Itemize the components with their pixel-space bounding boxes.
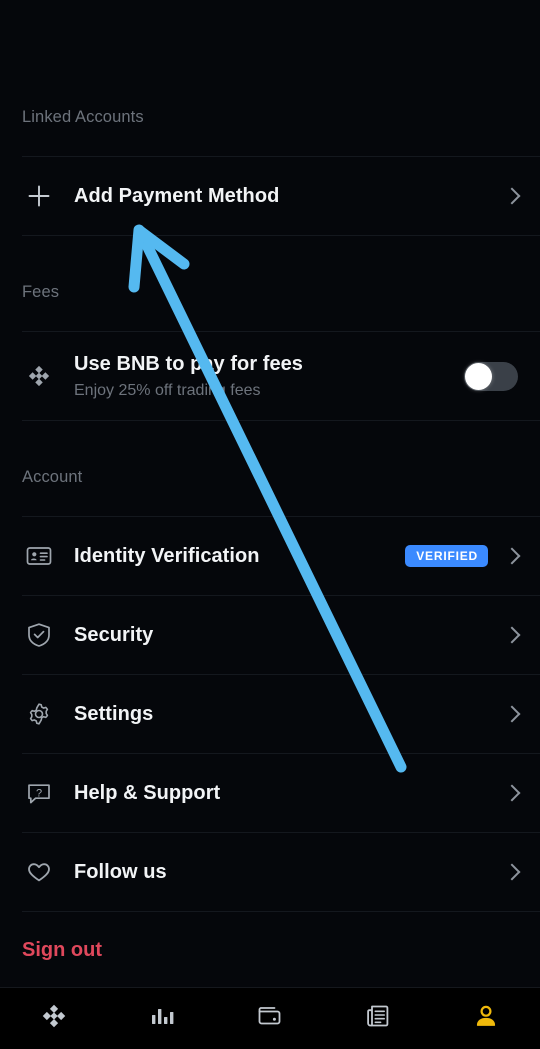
row-title: Help & Support: [74, 781, 221, 804]
row-title: Use BNB to pay for fees: [74, 352, 303, 375]
row-text-group: Help & Support: [74, 782, 504, 805]
row-text-group: Settings: [74, 703, 504, 726]
section-header-fees: Fees: [22, 283, 60, 301]
sign-out-button[interactable]: Sign out: [0, 912, 540, 988]
id-card-icon: [22, 539, 56, 573]
row-title: Identity Verification: [74, 544, 260, 567]
chevron-right-icon[interactable]: [503, 863, 521, 881]
row-follow-us[interactable]: Follow us: [0, 833, 540, 911]
row-right-group: [464, 361, 518, 391]
plus-icon: [22, 179, 56, 213]
row-right-group: [503, 784, 521, 802]
row-text-group: Security: [74, 624, 504, 647]
shield-icon: [22, 618, 56, 652]
row-security[interactable]: Security: [0, 596, 540, 674]
settings-scroll-area: Linked Accounts Add Payment Method Fees: [0, 0, 540, 990]
row-text-group: Identity Verification: [74, 545, 405, 568]
heart-icon: [22, 855, 56, 889]
row-right-group: [503, 705, 521, 723]
row-identity-verification[interactable]: Identity Verification VERIFIED: [0, 517, 540, 595]
row-right-group: [503, 187, 521, 205]
person-icon: [471, 1001, 501, 1036]
bottom-navigation-bar: [0, 987, 540, 1049]
chevron-right-icon[interactable]: [503, 187, 521, 205]
bar-chart-icon: [147, 1001, 177, 1036]
section-header-linked-accounts: Linked Accounts: [22, 108, 144, 126]
row-title: Security: [74, 623, 154, 646]
bnb-icon: [22, 359, 56, 393]
wallet-icon: [255, 1001, 285, 1036]
chevron-right-icon[interactable]: [503, 626, 521, 644]
row-help-and-support[interactable]: ? Help & Support: [0, 754, 540, 832]
row-settings[interactable]: Settings: [0, 675, 540, 753]
row-title: Add Payment Method: [74, 184, 280, 207]
chevron-right-icon[interactable]: [503, 547, 521, 565]
status-badge-verified: VERIFIED: [405, 545, 488, 567]
section-header-account: Account: [22, 468, 83, 486]
row-right-group: [503, 863, 521, 881]
svg-text:?: ?: [36, 787, 42, 799]
sign-out-label: Sign out: [22, 938, 102, 961]
nav-item-home[interactable]: [0, 988, 108, 1049]
chevron-right-icon[interactable]: [503, 784, 521, 802]
gear-icon: [22, 697, 56, 731]
row-subtitle: Enjoy 25% off trading fees: [74, 381, 261, 399]
toggle-knob: [465, 362, 492, 390]
nav-item-orders[interactable]: [324, 988, 432, 1049]
bnb-fee-toggle[interactable]: [464, 361, 518, 391]
nav-item-markets[interactable]: [108, 988, 216, 1049]
help-bubble-icon: ?: [22, 776, 56, 810]
document-list-icon: [363, 1001, 393, 1036]
row-right-group: [503, 626, 521, 644]
row-text-group: Add Payment Method: [74, 185, 504, 208]
row-use-bnb-to-pay-for-fees[interactable]: Use BNB to pay for fees Enjoy 25% off tr…: [0, 332, 540, 420]
bnb-diamond-icon: [39, 1001, 69, 1036]
chevron-right-icon[interactable]: [503, 705, 521, 723]
app-screen: Linked Accounts Add Payment Method Fees: [0, 0, 540, 1049]
row-right-group: VERIFIED: [405, 545, 521, 567]
nav-item-profile[interactable]: [432, 988, 540, 1049]
row-title: Follow us: [74, 860, 167, 883]
row-text-group: Follow us: [74, 861, 504, 884]
row-add-payment-method[interactable]: Add Payment Method: [0, 157, 540, 235]
row-title: Settings: [74, 702, 154, 725]
nav-item-wallet[interactable]: [216, 988, 324, 1049]
row-text-group: Use BNB to pay for fees Enjoy 25% off tr…: [74, 353, 464, 400]
